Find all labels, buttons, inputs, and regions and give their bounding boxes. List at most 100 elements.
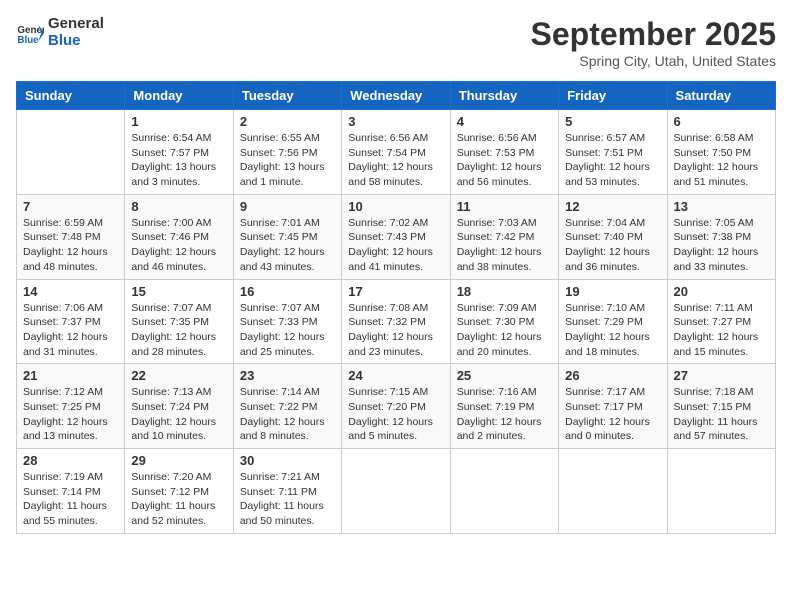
calendar-body: 1Sunrise: 6:54 AMSunset: 7:57 PMDaylight…	[17, 110, 776, 534]
day-number: 28	[23, 453, 118, 468]
day-info: Sunrise: 6:56 AMSunset: 7:53 PMDaylight:…	[457, 131, 552, 190]
day-number: 14	[23, 284, 118, 299]
day-cell-25: 25 Sunrise: 7:16 AMSunset: 7:19 PMDayligh…	[450, 364, 558, 449]
day-info: Sunrise: 6:57 AMSunset: 7:51 PMDaylight:…	[565, 131, 660, 190]
day-info: Sunrise: 7:09 AMSunset: 7:30 PMDaylight:…	[457, 301, 552, 360]
empty-cell	[667, 449, 775, 534]
day-cell-18: 18Sunrise: 7:09 AMSunset: 7:30 PMDayligh…	[450, 279, 558, 364]
empty-cell	[450, 449, 558, 534]
logo: General Blue General Blue	[16, 16, 104, 49]
day-number: 12	[565, 199, 660, 214]
day-cell-16: 16Sunrise: 7:07 AMSunset: 7:33 PMDayligh…	[233, 279, 341, 364]
day-info: Sunrise: 7:08 AMSunset: 7:32 PMDaylight:…	[348, 301, 443, 360]
day-header-sunday: Sunday	[17, 82, 125, 110]
day-number: 13	[674, 199, 769, 214]
day-cell-7: 7Sunrise: 6:59 AMSunset: 7:48 PMDaylight…	[17, 194, 125, 279]
day-info: Sunrise: 7:19 AMSunset: 7:14 PMDaylight:…	[23, 470, 118, 529]
week-row-1: 1Sunrise: 6:54 AMSunset: 7:57 PMDaylight…	[17, 110, 776, 195]
day-number: 22	[131, 368, 226, 383]
day-cell-3: 3Sunrise: 6:56 AMSunset: 7:54 PMDaylight…	[342, 110, 450, 195]
month-title: September 2025	[531, 16, 776, 53]
day-info: Sunrise: 7:14 AMSunset: 7:22 PMDaylight:…	[240, 385, 335, 444]
day-header-friday: Friday	[559, 82, 667, 110]
day-info: Sunrise: 7:05 AMSunset: 7:38 PMDaylight:…	[674, 216, 769, 275]
day-info: Sunrise: 7:16 AMSunset: 7:19 PMDaylight:…	[457, 385, 552, 444]
day-number: 29	[131, 453, 226, 468]
day-info: Sunrise: 6:58 AMSunset: 7:50 PMDaylight:…	[674, 131, 769, 190]
day-number: 11	[457, 199, 552, 214]
day-number: 21	[23, 368, 118, 383]
day-number: 4	[457, 114, 552, 129]
svg-text:Blue: Blue	[17, 34, 39, 45]
day-info: Sunrise: 7:07 AMSunset: 7:35 PMDaylight:…	[131, 301, 226, 360]
location-title: Spring City, Utah, United States	[531, 53, 776, 69]
day-header-monday: Monday	[125, 82, 233, 110]
day-info: Sunrise: 7:12 AMSunset: 7:25 PMDaylight:…	[23, 385, 118, 444]
day-header-saturday: Saturday	[667, 82, 775, 110]
day-cell-1: 1Sunrise: 6:54 AMSunset: 7:57 PMDaylight…	[125, 110, 233, 195]
day-info: Sunrise: 6:55 AMSunset: 7:56 PMDaylight:…	[240, 131, 335, 190]
day-number: 1	[131, 114, 226, 129]
day-number: 16	[240, 284, 335, 299]
day-info: Sunrise: 7:02 AMSunset: 7:43 PMDaylight:…	[348, 216, 443, 275]
day-header-thursday: Thursday	[450, 82, 558, 110]
day-info: Sunrise: 7:13 AMSunset: 7:24 PMDaylight:…	[131, 385, 226, 444]
day-number: 24	[348, 368, 443, 383]
calendar-header-row: SundayMondayTuesdayWednesdayThursdayFrid…	[17, 82, 776, 110]
day-info: Sunrise: 7:11 AMSunset: 7:27 PMDaylight:…	[674, 301, 769, 360]
page-header: General Blue General Blue September 2025…	[16, 16, 776, 69]
day-number: 5	[565, 114, 660, 129]
day-number: 7	[23, 199, 118, 214]
day-cell-21: 21 Sunrise: 7:12 AMSunset: 7:25 PMDayligh…	[17, 364, 125, 449]
day-number: 27	[674, 368, 769, 383]
day-cell-19: 19 Sunrise: 7:10 AMSunset: 7:29 PMDayligh…	[559, 279, 667, 364]
day-cell-29: 29 Sunrise: 7:20 AMSunset: 7:12 PMDayligh…	[125, 449, 233, 534]
day-info: Sunrise: 7:03 AMSunset: 7:42 PMDaylight:…	[457, 216, 552, 275]
day-info: Sunrise: 7:06 AMSunset: 7:37 PMDaylight:…	[23, 301, 118, 360]
day-info: Sunrise: 7:20 AMSunset: 7:12 PMDaylight:…	[131, 470, 226, 529]
day-cell-8: 8Sunrise: 7:00 AMSunset: 7:46 PMDaylight…	[125, 194, 233, 279]
day-number: 25	[457, 368, 552, 383]
empty-cell	[559, 449, 667, 534]
day-cell-23: 23 Sunrise: 7:14 AMSunset: 7:22 PMDayligh…	[233, 364, 341, 449]
title-area: September 2025 Spring City, Utah, United…	[531, 16, 776, 69]
day-info: Sunrise: 7:15 AMSunset: 7:20 PMDaylight:…	[348, 385, 443, 444]
day-cell-6: 6Sunrise: 6:58 AMSunset: 7:50 PMDaylight…	[667, 110, 775, 195]
day-number: 3	[348, 114, 443, 129]
day-cell-13: 13 Sunrise: 7:05 AMSunset: 7:38 PMDayligh…	[667, 194, 775, 279]
day-cell-11: 11 Sunrise: 7:03 AMSunset: 7:42 PMDayligh…	[450, 194, 558, 279]
logo-icon: General Blue	[16, 19, 44, 47]
day-info: Sunrise: 7:21 AMSunset: 7:11 PMDaylight:…	[240, 470, 335, 529]
day-info: Sunrise: 7:00 AMSunset: 7:46 PMDaylight:…	[131, 216, 226, 275]
day-info: Sunrise: 7:10 AMSunset: 7:29 PMDaylight:…	[565, 301, 660, 360]
day-cell-17: 17 Sunrise: 7:08 AMSunset: 7:32 PMDayligh…	[342, 279, 450, 364]
day-cell-10: 10 Sunrise: 7:02 AMSunset: 7:43 PMDayligh…	[342, 194, 450, 279]
day-info: Sunrise: 7:01 AMSunset: 7:45 PMDaylight:…	[240, 216, 335, 275]
day-cell-22: 22 Sunrise: 7:13 AMSunset: 7:24 PMDayligh…	[125, 364, 233, 449]
day-cell-2: 2 Sunrise: 6:55 AMSunset: 7:56 PMDaylight…	[233, 110, 341, 195]
day-info: Sunrise: 7:18 AMSunset: 7:15 PMDaylight:…	[674, 385, 769, 444]
day-cell-4: 4 Sunrise: 6:56 AMSunset: 7:53 PMDaylight…	[450, 110, 558, 195]
day-number: 20	[674, 284, 769, 299]
day-info: Sunrise: 7:17 AMSunset: 7:17 PMDaylight:…	[565, 385, 660, 444]
empty-cell	[342, 449, 450, 534]
week-row-4: 21 Sunrise: 7:12 AMSunset: 7:25 PMDayligh…	[17, 364, 776, 449]
day-cell-5: 5 Sunrise: 6:57 AMSunset: 7:51 PMDaylight…	[559, 110, 667, 195]
day-cell-14: 14 Sunrise: 7:06 AMSunset: 7:37 PMDayligh…	[17, 279, 125, 364]
day-cell-24: 24 Sunrise: 7:15 AMSunset: 7:20 PMDayligh…	[342, 364, 450, 449]
day-number: 9	[240, 199, 335, 214]
day-number: 2	[240, 114, 335, 129]
day-info: Sunrise: 7:04 AMSunset: 7:40 PMDaylight:…	[565, 216, 660, 275]
day-number: 10	[348, 199, 443, 214]
day-cell-27: 27 Sunrise: 7:18 AMSunset: 7:15 PMDayligh…	[667, 364, 775, 449]
day-cell-30: 30Sunrise: 7:21 AMSunset: 7:11 PMDayligh…	[233, 449, 341, 534]
day-number: 19	[565, 284, 660, 299]
week-row-5: 28 Sunrise: 7:19 AMSunset: 7:14 PMDayligh…	[17, 449, 776, 534]
day-cell-20: 20 Sunrise: 7:11 AMSunset: 7:27 PMDayligh…	[667, 279, 775, 364]
calendar-table: SundayMondayTuesdayWednesdayThursdayFrid…	[16, 81, 776, 534]
day-cell-15: 15Sunrise: 7:07 AMSunset: 7:35 PMDayligh…	[125, 279, 233, 364]
day-number: 17	[348, 284, 443, 299]
week-row-2: 7Sunrise: 6:59 AMSunset: 7:48 PMDaylight…	[17, 194, 776, 279]
day-number: 23	[240, 368, 335, 383]
day-cell-9: 9 Sunrise: 7:01 AMSunset: 7:45 PMDaylight…	[233, 194, 341, 279]
